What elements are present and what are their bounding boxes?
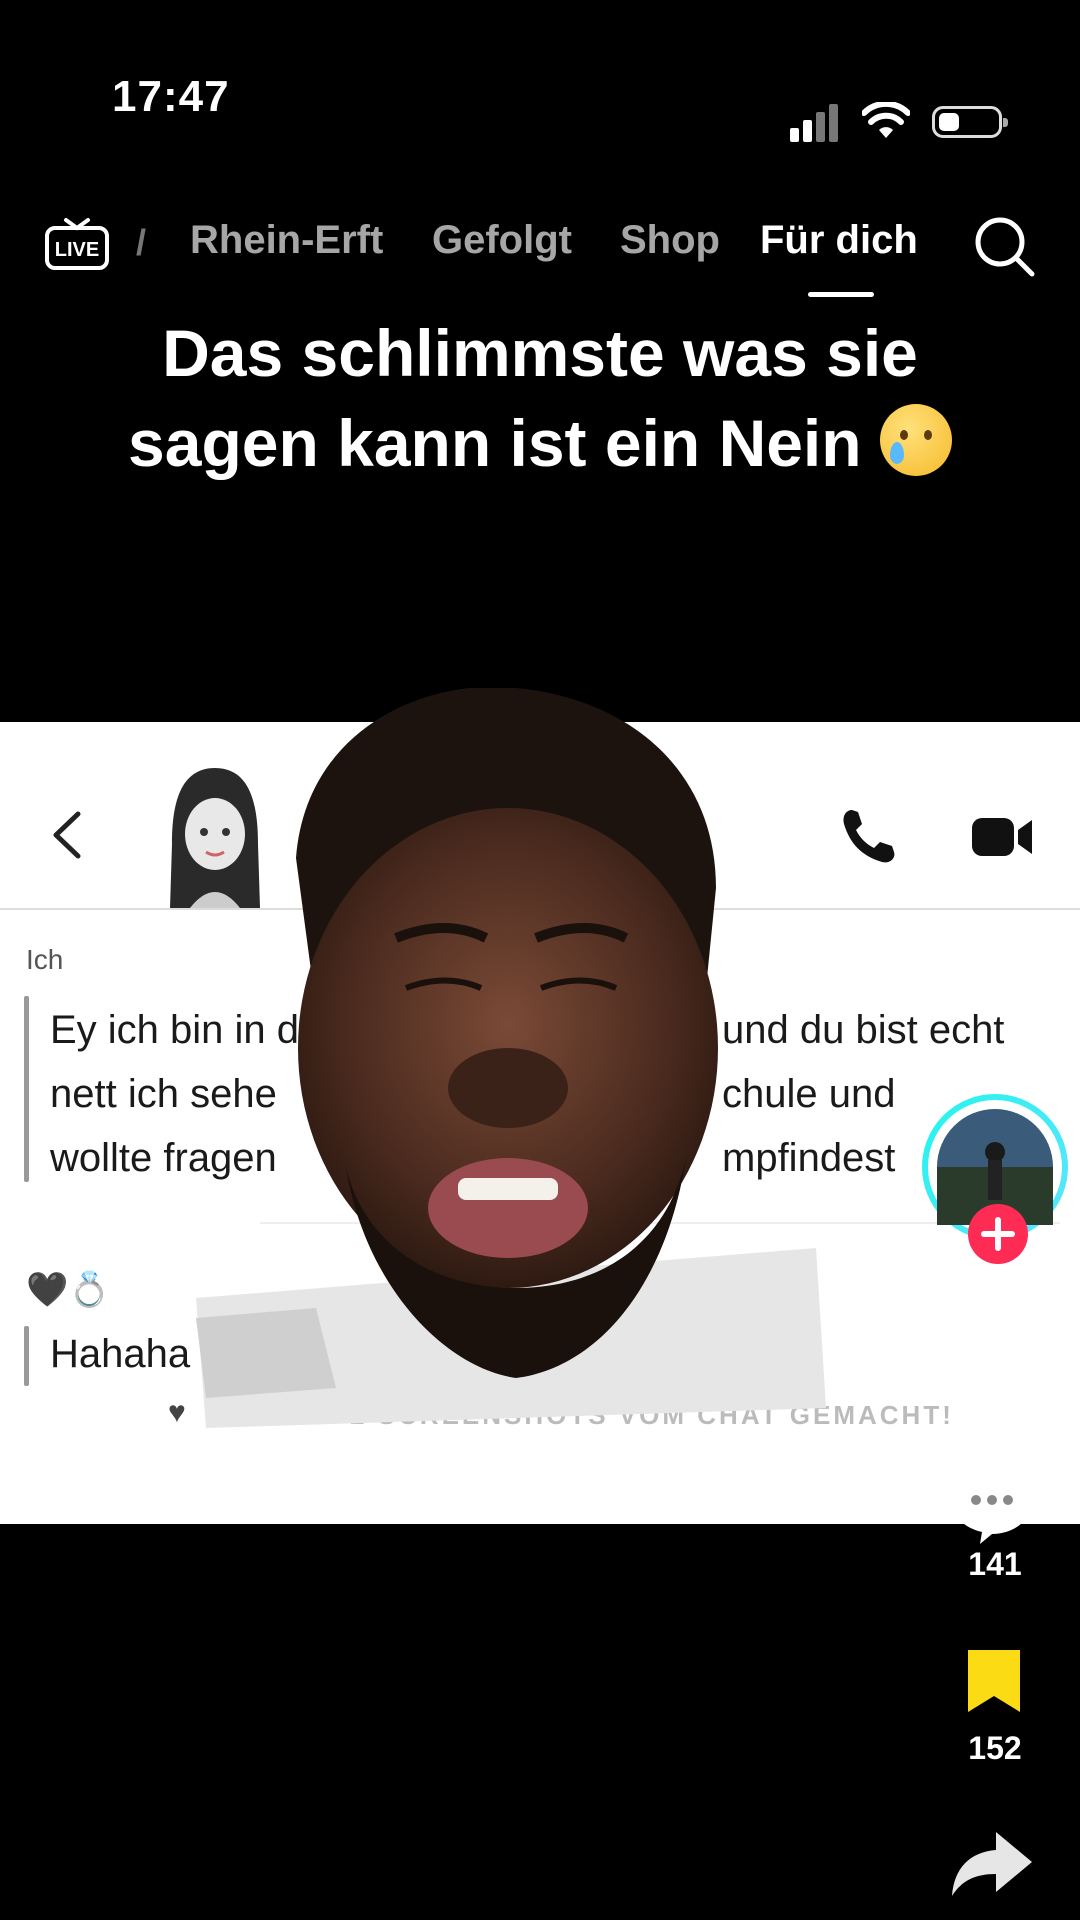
message-sender: Ich bbox=[26, 944, 64, 975]
tab-shop[interactable]: Shop bbox=[620, 218, 720, 263]
reply-quote-bar bbox=[24, 1326, 29, 1386]
signal-icon bbox=[790, 104, 844, 142]
tear-face-emoji-icon bbox=[879, 404, 952, 476]
live-label: LIVE bbox=[55, 239, 99, 261]
caption-line-2-text: sagen kann ist ein Nein bbox=[128, 406, 862, 480]
caption-line-2: sagen kann ist ein Nein bbox=[60, 398, 1020, 488]
message-quote-bar bbox=[24, 996, 29, 1182]
video-caption: Das schlimmste was sie sagen kann ist ei… bbox=[60, 308, 1020, 488]
share-arrow-icon[interactable] bbox=[950, 1828, 1034, 1900]
tab-gefolgt[interactable]: Gefolgt bbox=[432, 218, 572, 263]
status-time: 17:47 bbox=[112, 72, 230, 121]
live-icon[interactable]: LIVE bbox=[44, 210, 110, 276]
like-count: 1220 bbox=[959, 1364, 1031, 1400]
reply-sender: 🖤💍 bbox=[26, 1271, 111, 1309]
phone-icon bbox=[843, 810, 895, 863]
creator-video-overlay bbox=[196, 688, 826, 1428]
bookmark-icon[interactable] bbox=[964, 1646, 1024, 1716]
battery-icon bbox=[932, 106, 1008, 138]
comment-icon[interactable] bbox=[950, 1462, 1034, 1546]
reply-text: Hahaha bbox=[50, 1332, 191, 1376]
active-tab-indicator bbox=[808, 292, 874, 297]
video-call-icon bbox=[972, 818, 1032, 856]
like-heart-icon[interactable] bbox=[950, 1274, 1040, 1354]
search-icon[interactable] bbox=[972, 214, 1036, 278]
save-count: 152 bbox=[968, 1730, 1022, 1766]
heart-icon: ♥ bbox=[168, 1396, 186, 1429]
caption-line-1: Das schlimmste was sie bbox=[162, 316, 918, 390]
nav-separator: / bbox=[136, 222, 147, 263]
wifi-icon bbox=[862, 102, 910, 138]
tab-fur-dich[interactable]: Für dich bbox=[760, 218, 918, 263]
comment-count: 141 bbox=[968, 1546, 1022, 1582]
back-arrow-icon bbox=[53, 811, 81, 859]
follow-plus-icon[interactable] bbox=[966, 1202, 1030, 1266]
video-feed[interactable]: 17:47 LIVE / Rhein-Erft Gefolgt Shop Für… bbox=[0, 52, 1080, 1920]
tab-rhein-erft[interactable]: Rhein-Erft bbox=[190, 218, 383, 263]
